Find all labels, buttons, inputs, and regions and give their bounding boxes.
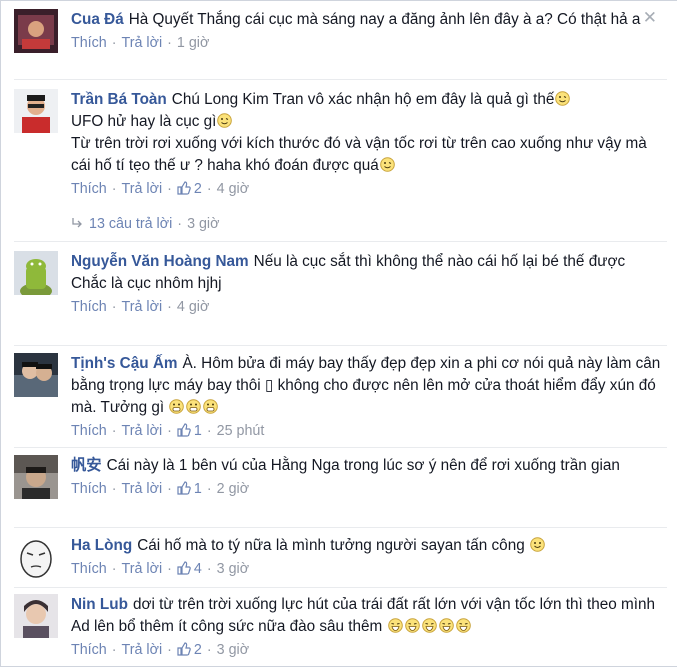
- laugh-emoji-icon: [404, 618, 420, 633]
- avatar[interactable]: [14, 455, 58, 499]
- grin-emoji-icon: [186, 399, 202, 414]
- like-count[interactable]: 4: [177, 561, 202, 577]
- avatar[interactable]: [14, 535, 58, 579]
- reply-link[interactable]: Trả lời: [122, 181, 163, 197]
- tongue-emoji-icon: [217, 113, 233, 128]
- comment-author[interactable]: Cua Đá: [71, 11, 124, 28]
- like-link[interactable]: Thích: [71, 181, 107, 197]
- avatar[interactable]: [14, 9, 58, 53]
- comment-text: Cái hố mà to tý nữa là mình tưởng người …: [137, 537, 525, 554]
- comment-text-line: UFO hử hay là cục gì: [71, 113, 217, 130]
- comment-time[interactable]: 1 giờ: [177, 35, 209, 51]
- comments-panel: ✕ Cua Đá Hà Quyết Thắng cái cục mà sáng n…: [0, 0, 677, 667]
- comment-time[interactable]: 4 giờ: [177, 299, 209, 315]
- comment-time[interactable]: 25 phút: [217, 423, 265, 439]
- tongue-emoji-icon: [379, 157, 395, 172]
- comment-author[interactable]: Trần Bá Toàn: [71, 91, 167, 108]
- reply-link[interactable]: Trả lời: [122, 561, 163, 577]
- reply-link[interactable]: Trả lời: [122, 299, 163, 315]
- like-link[interactable]: Thích: [71, 642, 107, 658]
- comment-actions: Thích · Trả lời · 1 · 25 phút: [71, 423, 265, 439]
- replies-time: 3 giờ: [187, 216, 220, 232]
- reply-link[interactable]: Trả lời: [122, 35, 163, 51]
- reply-arrow-icon: [71, 215, 83, 228]
- grin-emoji-icon: [203, 399, 219, 414]
- thumbs-up-icon: [177, 423, 191, 437]
- comment-text: dơi từ trên trời xuống lực hút của trái …: [71, 596, 656, 635]
- like-link[interactable]: Thích: [71, 299, 107, 315]
- comment-item: Ha Lòng Cái hố mà to tý nữa là mình tưởng…: [14, 535, 667, 579]
- like-link[interactable]: Thích: [71, 423, 107, 439]
- comment-actions: Thích · Trả lời · 1 · 2 giờ: [71, 481, 250, 497]
- tongue-emoji-icon: [555, 91, 571, 106]
- comment-time[interactable]: 4 giờ: [217, 181, 249, 197]
- comment-actions: Thích · Trả lời · 4 giờ: [71, 299, 210, 315]
- comment-author[interactable]: Ha Lòng: [71, 537, 132, 554]
- replies-count[interactable]: 13 câu trả lời: [89, 216, 172, 232]
- like-count[interactable]: 2: [177, 642, 202, 658]
- comment-actions: Thích · Trả lời · 1 giờ: [71, 35, 210, 51]
- comment-author[interactable]: Nguyễn Văn Hoàng Nam: [71, 253, 249, 270]
- grin-emoji-icon: [169, 399, 185, 414]
- laugh-emoji-icon: [421, 618, 437, 633]
- comment-time[interactable]: 3 giờ: [217, 561, 249, 577]
- comment-item: Cua Đá Hà Quyết Thắng cái cục mà sáng nay…: [14, 9, 667, 53]
- thumbs-up-icon: [177, 642, 191, 656]
- thumbs-up-icon: [177, 481, 191, 495]
- comment-time[interactable]: 3 giờ: [217, 642, 249, 658]
- like-count[interactable]: 1: [177, 481, 202, 497]
- like-link[interactable]: Thích: [71, 35, 107, 51]
- comment-text-line: Từ trên trời rơi xuống với kích thước đó…: [71, 135, 647, 174]
- laugh-emoji-icon: [455, 618, 471, 633]
- unknown-glyph: ▯: [264, 377, 274, 394]
- comment-time[interactable]: 2 giờ: [217, 481, 249, 497]
- like-count[interactable]: 2: [177, 181, 202, 197]
- view-replies[interactable]: 13 câu trả lời · 3 giờ: [71, 214, 220, 234]
- avatar[interactable]: [14, 353, 58, 397]
- avatar[interactable]: [14, 89, 58, 133]
- reply-link[interactable]: Trả lời: [122, 423, 163, 439]
- smile-emoji-icon: [530, 537, 545, 552]
- laugh-emoji-icon: [387, 618, 403, 633]
- like-link[interactable]: Thích: [71, 561, 107, 577]
- laugh-emoji-icon: [438, 618, 454, 633]
- like-count[interactable]: 1: [177, 423, 202, 439]
- reply-link[interactable]: Trả lời: [122, 481, 163, 497]
- comment-text: Cái này là 1 bên vú của Hằng Nga trong l…: [106, 457, 620, 474]
- thumbs-up-icon: [177, 181, 191, 195]
- comment-author[interactable]: Nin Lub: [71, 596, 128, 613]
- comment-item: Nin Lub dơi từ trên trời xuống lực hút củ…: [14, 594, 667, 660]
- avatar[interactable]: [14, 251, 58, 295]
- comment-item: 帆安 Cái này là 1 bên vú của Hằng Nga trong…: [14, 455, 667, 499]
- comment-author[interactable]: 帆安: [71, 457, 102, 474]
- comment-author[interactable]: Tịnh's Cậu Ấm: [71, 355, 177, 372]
- comment-actions: Thích · Trả lời · 4 · 3 giờ: [71, 561, 250, 577]
- comment-text: Chú Long Kim Tran vô xác nhận hộ em đây …: [171, 91, 555, 108]
- comment-item: Tịnh's Cậu Ấm À. Hôm bửa đi máy bay thấy …: [14, 353, 667, 441]
- comment-text-line: Chắc là cục nhôm hjhj: [71, 275, 222, 292]
- like-link[interactable]: Thích: [71, 481, 107, 497]
- comment-item: Nguyễn Văn Hoàng Nam Nếu là cục sắt thì k…: [14, 251, 667, 317]
- comment-text: Hà Quyết Thắng cái cục mà sáng nay a đăn…: [128, 11, 641, 28]
- reply-link[interactable]: Trả lời: [122, 642, 163, 658]
- thumbs-up-icon: [177, 561, 191, 575]
- avatar[interactable]: [14, 594, 58, 638]
- comment-item: Trần Bá Toàn Chú Long Kim Tran vô xác nhậ…: [14, 89, 667, 199]
- comment-text: Nếu là cục sắt thì không thể nào cái hố …: [253, 253, 626, 270]
- comment-actions: Thích · Trả lời · 2 · 4 giờ: [71, 181, 250, 197]
- comment-actions: Thích · Trả lời · 2 · 3 giờ: [71, 642, 250, 658]
